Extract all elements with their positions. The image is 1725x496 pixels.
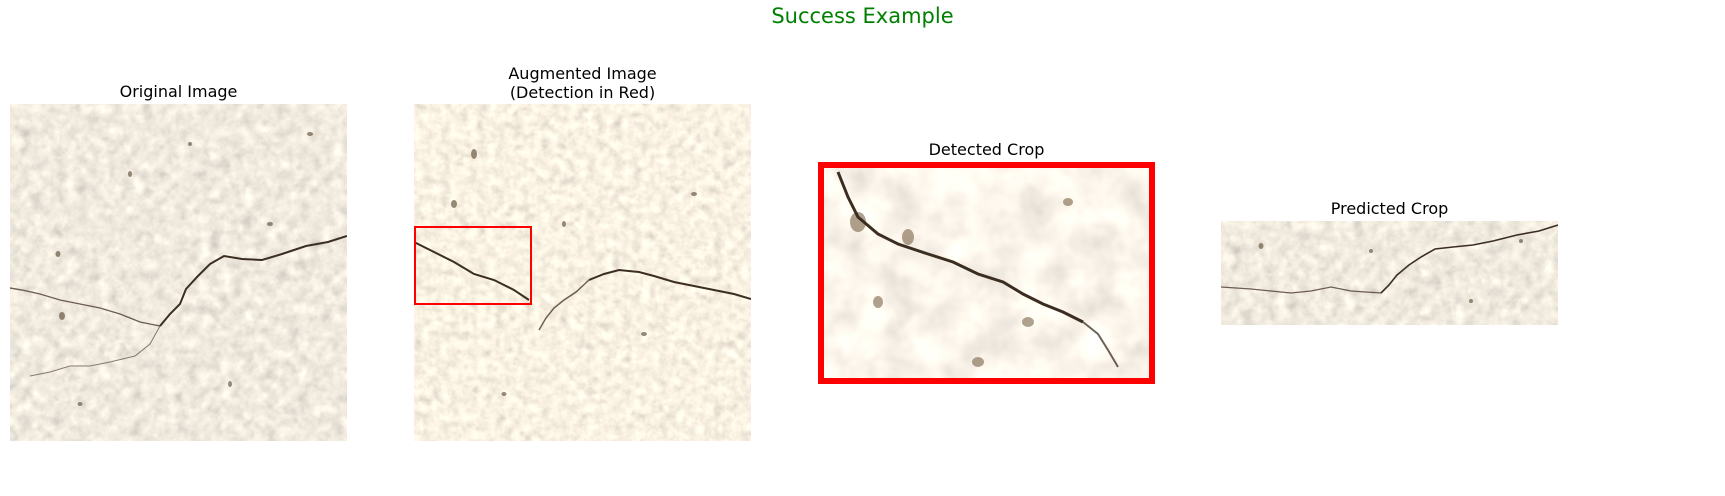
detected-crop-image [818, 162, 1155, 384]
augmented-title-line1: Augmented Image [508, 64, 657, 83]
predicted-crop-image [1221, 221, 1558, 325]
figure-suptitle: Success Example [771, 4, 954, 28]
original-image-title: Original Image [119, 82, 238, 101]
augmented-image-title: Augmented Image (Detection in Red) [414, 64, 751, 102]
predicted-crop-title: Predicted Crop [1330, 199, 1449, 218]
augmented-image [414, 104, 751, 441]
augmented-title-line2: (Detection in Red) [509, 83, 656, 102]
detected-crop-title: Detected Crop [928, 140, 1045, 159]
original-image [10, 104, 347, 441]
